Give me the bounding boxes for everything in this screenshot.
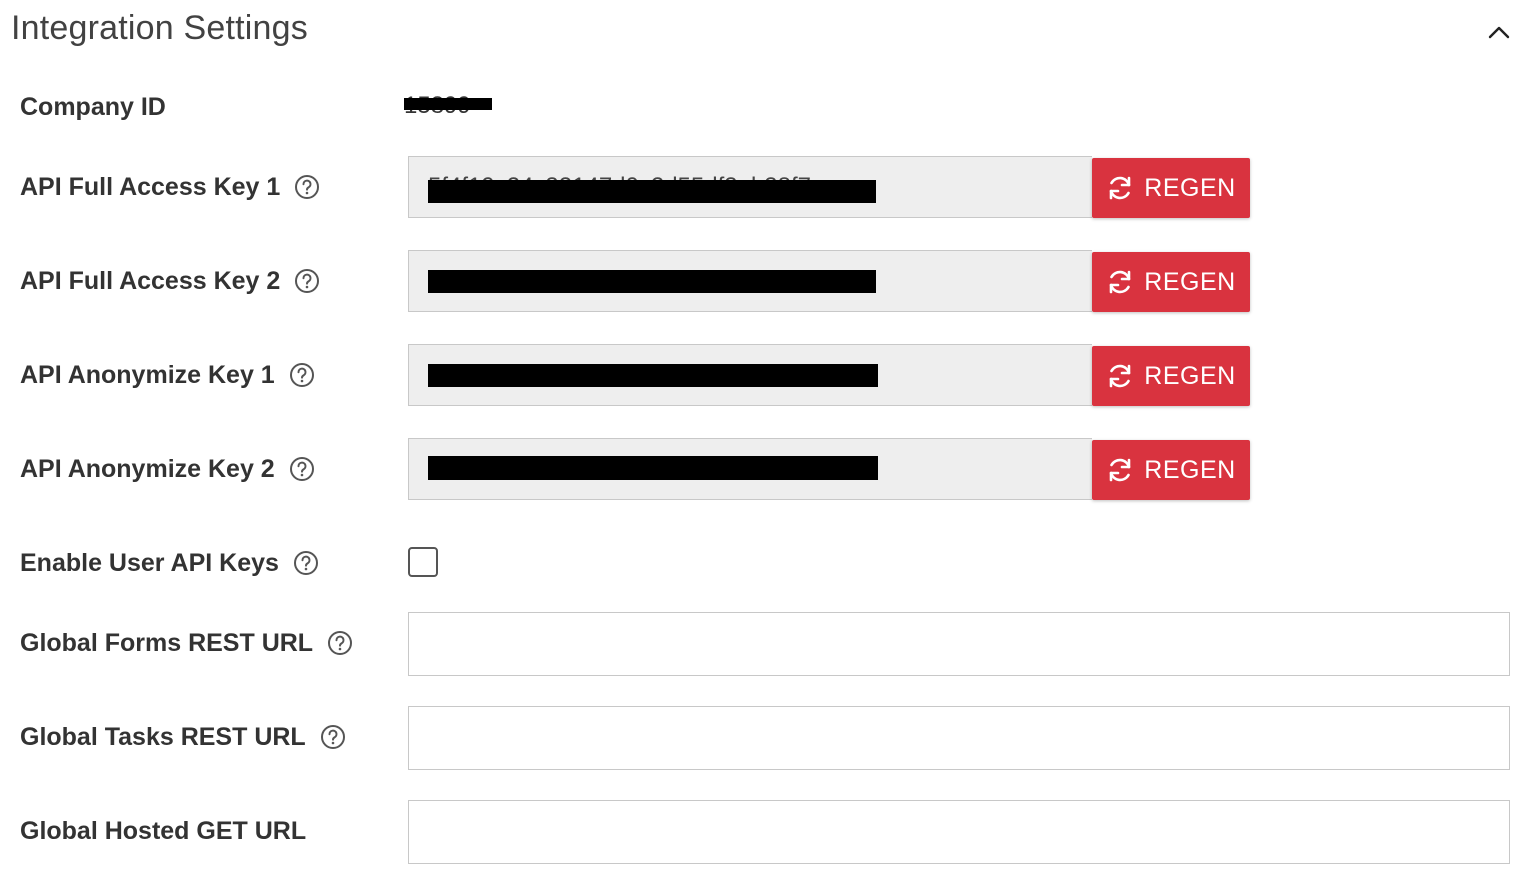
url-label-text: Global Forms REST URL: [20, 628, 314, 657]
redaction-bar: [428, 456, 878, 480]
regen-button-anonymize-2[interactable]: REGEN: [1092, 440, 1250, 500]
key-label-text: API Anonymize Key 1: [20, 360, 275, 389]
help-circle-icon[interactable]: [327, 630, 353, 656]
regen-button-anonymize-1[interactable]: REGEN: [1092, 346, 1250, 406]
key-row-label-1: API Full Access Key 1: [20, 167, 320, 207]
global-tasks-rest-url-input[interactable]: [408, 706, 1510, 770]
refresh-icon: [1109, 458, 1131, 482]
key-row-label-4: API Anonymize Key 2: [20, 449, 315, 489]
regen-label: REGEN: [1144, 455, 1236, 484]
global-tasks-rest-url-label: Global Tasks REST URL: [20, 717, 346, 757]
help-circle-icon[interactable]: [289, 456, 315, 482]
regen-label: REGEN: [1144, 361, 1236, 390]
enable-user-api-keys-label: Enable User API Keys: [20, 543, 319, 583]
url-label-text: Global Tasks REST URL: [20, 722, 306, 751]
key-row-label-2: API Full Access Key 2: [20, 261, 320, 301]
help-circle-icon[interactable]: [320, 724, 346, 750]
help-circle-icon[interactable]: [293, 550, 319, 576]
help-circle-icon[interactable]: [294, 174, 320, 200]
key-row-label-3: API Anonymize Key 1: [20, 355, 315, 395]
refresh-icon: [1109, 176, 1131, 200]
company-id-label: Company ID: [20, 87, 166, 127]
global-forms-rest-url-input[interactable]: [408, 612, 1510, 676]
regen-label: REGEN: [1144, 173, 1236, 202]
global-hosted-get-url-label: Global Hosted GET URL: [20, 811, 306, 851]
regen-button-full-access-2[interactable]: REGEN: [1092, 252, 1250, 312]
key-label-text: API Anonymize Key 2: [20, 454, 275, 483]
redaction-bar: [428, 180, 876, 203]
key-label-text: API Full Access Key 2: [20, 266, 281, 295]
enable-user-api-keys-text: Enable User API Keys: [20, 548, 279, 577]
redaction-bar: [428, 364, 878, 387]
global-forms-rest-url-label: Global Forms REST URL: [20, 623, 353, 663]
refresh-icon: [1109, 270, 1131, 294]
enable-user-api-keys-checkbox[interactable]: [408, 547, 438, 577]
key-label-text: API Full Access Key 1: [20, 172, 281, 201]
section-title: Integration Settings: [11, 9, 308, 47]
regen-button-full-access-1[interactable]: REGEN: [1092, 158, 1250, 218]
refresh-icon: [1109, 364, 1131, 388]
url-label-text: Global Hosted GET URL: [20, 816, 307, 845]
chevron-up-icon[interactable]: [1484, 18, 1514, 48]
global-hosted-get-url-input[interactable]: [408, 800, 1510, 864]
help-circle-icon[interactable]: [289, 362, 315, 388]
company-id-label-text: Company ID: [20, 92, 166, 121]
redaction-bar: [428, 270, 876, 293]
redaction-bar: [404, 98, 492, 110]
regen-label: REGEN: [1144, 267, 1236, 296]
help-circle-icon[interactable]: [294, 268, 320, 294]
